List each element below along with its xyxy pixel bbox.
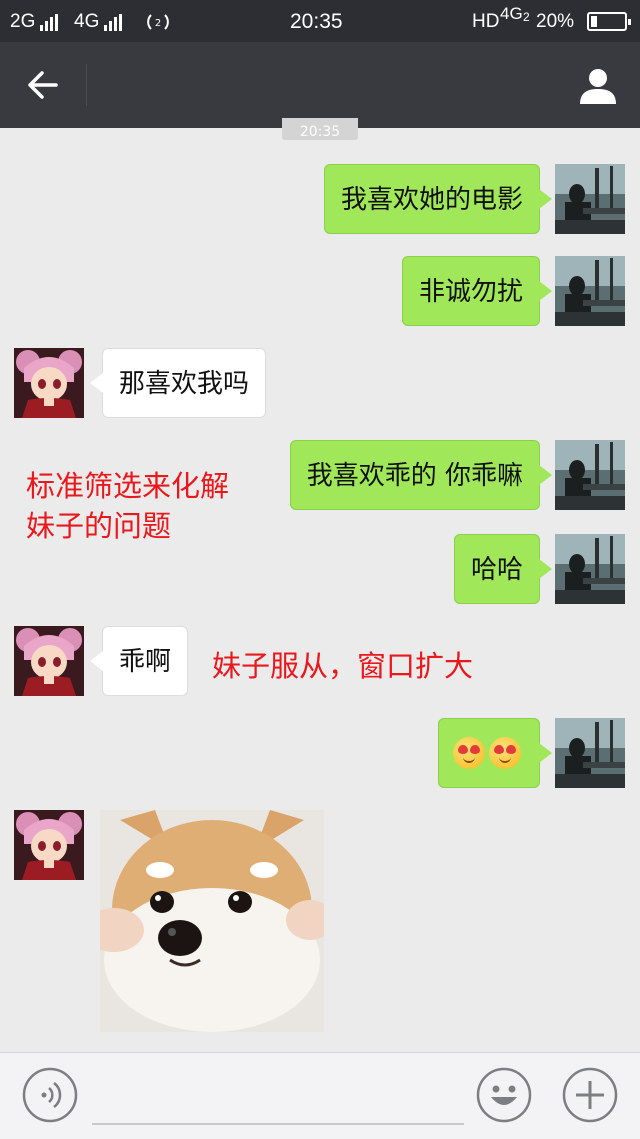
hd-label: HD <box>472 11 500 32</box>
signal-bars-icon <box>104 14 124 37</box>
message-bubble-sent[interactable]: 我喜欢她的电影 <box>323 164 553 234</box>
avatar-image-anime-girl <box>14 626 84 696</box>
my-avatar[interactable] <box>555 440 625 510</box>
avatar-image-office <box>555 256 625 326</box>
back-arrow-icon <box>28 71 58 99</box>
network-label-4g-2: 4G <box>500 4 523 23</box>
signal-bars-icon <box>40 14 60 37</box>
heart-eyes-emoji-icon <box>489 736 521 769</box>
avatar-image-office <box>555 164 625 234</box>
contact-avatar[interactable] <box>14 626 84 696</box>
my-avatar[interactable] <box>555 164 625 234</box>
timestamp: 20:35 <box>282 118 358 140</box>
emoji-button[interactable] <box>476 1067 532 1123</box>
network-label-4g: 4G <box>74 11 100 32</box>
my-avatar[interactable] <box>555 256 625 326</box>
message-bubble-sent[interactable]: 哈哈 <box>453 534 553 604</box>
message-bubble-sent[interactable]: 非诚勿扰 <box>401 256 553 326</box>
smiley-icon <box>476 1067 532 1123</box>
annotation-line: 标准筛选来化解 <box>26 469 230 503</box>
plus-icon <box>562 1067 618 1123</box>
voice-button[interactable] <box>22 1067 78 1123</box>
annotation-text: 妹子服从，窗口扩大 <box>212 649 474 683</box>
avatar-image-office <box>555 440 625 510</box>
message-bubble-sent[interactable]: 我喜欢乖的 你乖嘛 <box>289 440 553 510</box>
message-bubble-received[interactable]: 那喜欢我吗 <box>89 348 267 418</box>
input-bar <box>0 1052 640 1139</box>
battery-percent: 20% <box>536 11 575 32</box>
message-bubble-sent-emoji[interactable] <box>438 718 552 788</box>
header-divider <box>86 64 87 106</box>
network-label-2g: 2G <box>10 11 36 32</box>
shiba-dog-sticker[interactable] <box>100 810 324 1032</box>
contact-avatar[interactable] <box>14 348 84 418</box>
chat-header <box>0 42 640 128</box>
profile-button[interactable] <box>576 64 620 108</box>
annotation-line: 妹子的问题 <box>26 509 172 543</box>
battery-icon <box>587 12 631 31</box>
avatar-image-office <box>555 534 625 604</box>
my-avatar[interactable] <box>555 534 625 604</box>
chat-title-blurred <box>106 68 226 102</box>
status-bar: 2G 4G 2 20:35 HD 4G 2 20% <box>0 0 640 42</box>
annotation-text: 标准筛选来化解 妹子的问题 <box>26 466 229 546</box>
message-input[interactable] <box>92 1123 464 1125</box>
message-bubble-received[interactable]: 乖啊 <box>89 626 189 696</box>
hotspot-icon: 2 <box>147 14 169 30</box>
svg-text:2: 2 <box>155 18 161 29</box>
clock: 20:35 <box>290 10 343 33</box>
contact-avatar[interactable] <box>14 810 84 880</box>
avatar-image-office <box>555 718 625 788</box>
avatar-image-anime-girl <box>14 810 84 880</box>
back-button[interactable] <box>20 64 66 106</box>
sim-index: 2 <box>523 10 530 24</box>
more-button[interactable] <box>562 1067 618 1123</box>
heart-eyes-emoji-icon <box>453 736 485 769</box>
person-icon <box>580 69 616 104</box>
voice-icon <box>22 1067 78 1123</box>
shiba-dog-sticker-image <box>100 810 324 1032</box>
my-avatar[interactable] <box>555 718 625 788</box>
avatar-image-anime-girl <box>14 348 84 418</box>
